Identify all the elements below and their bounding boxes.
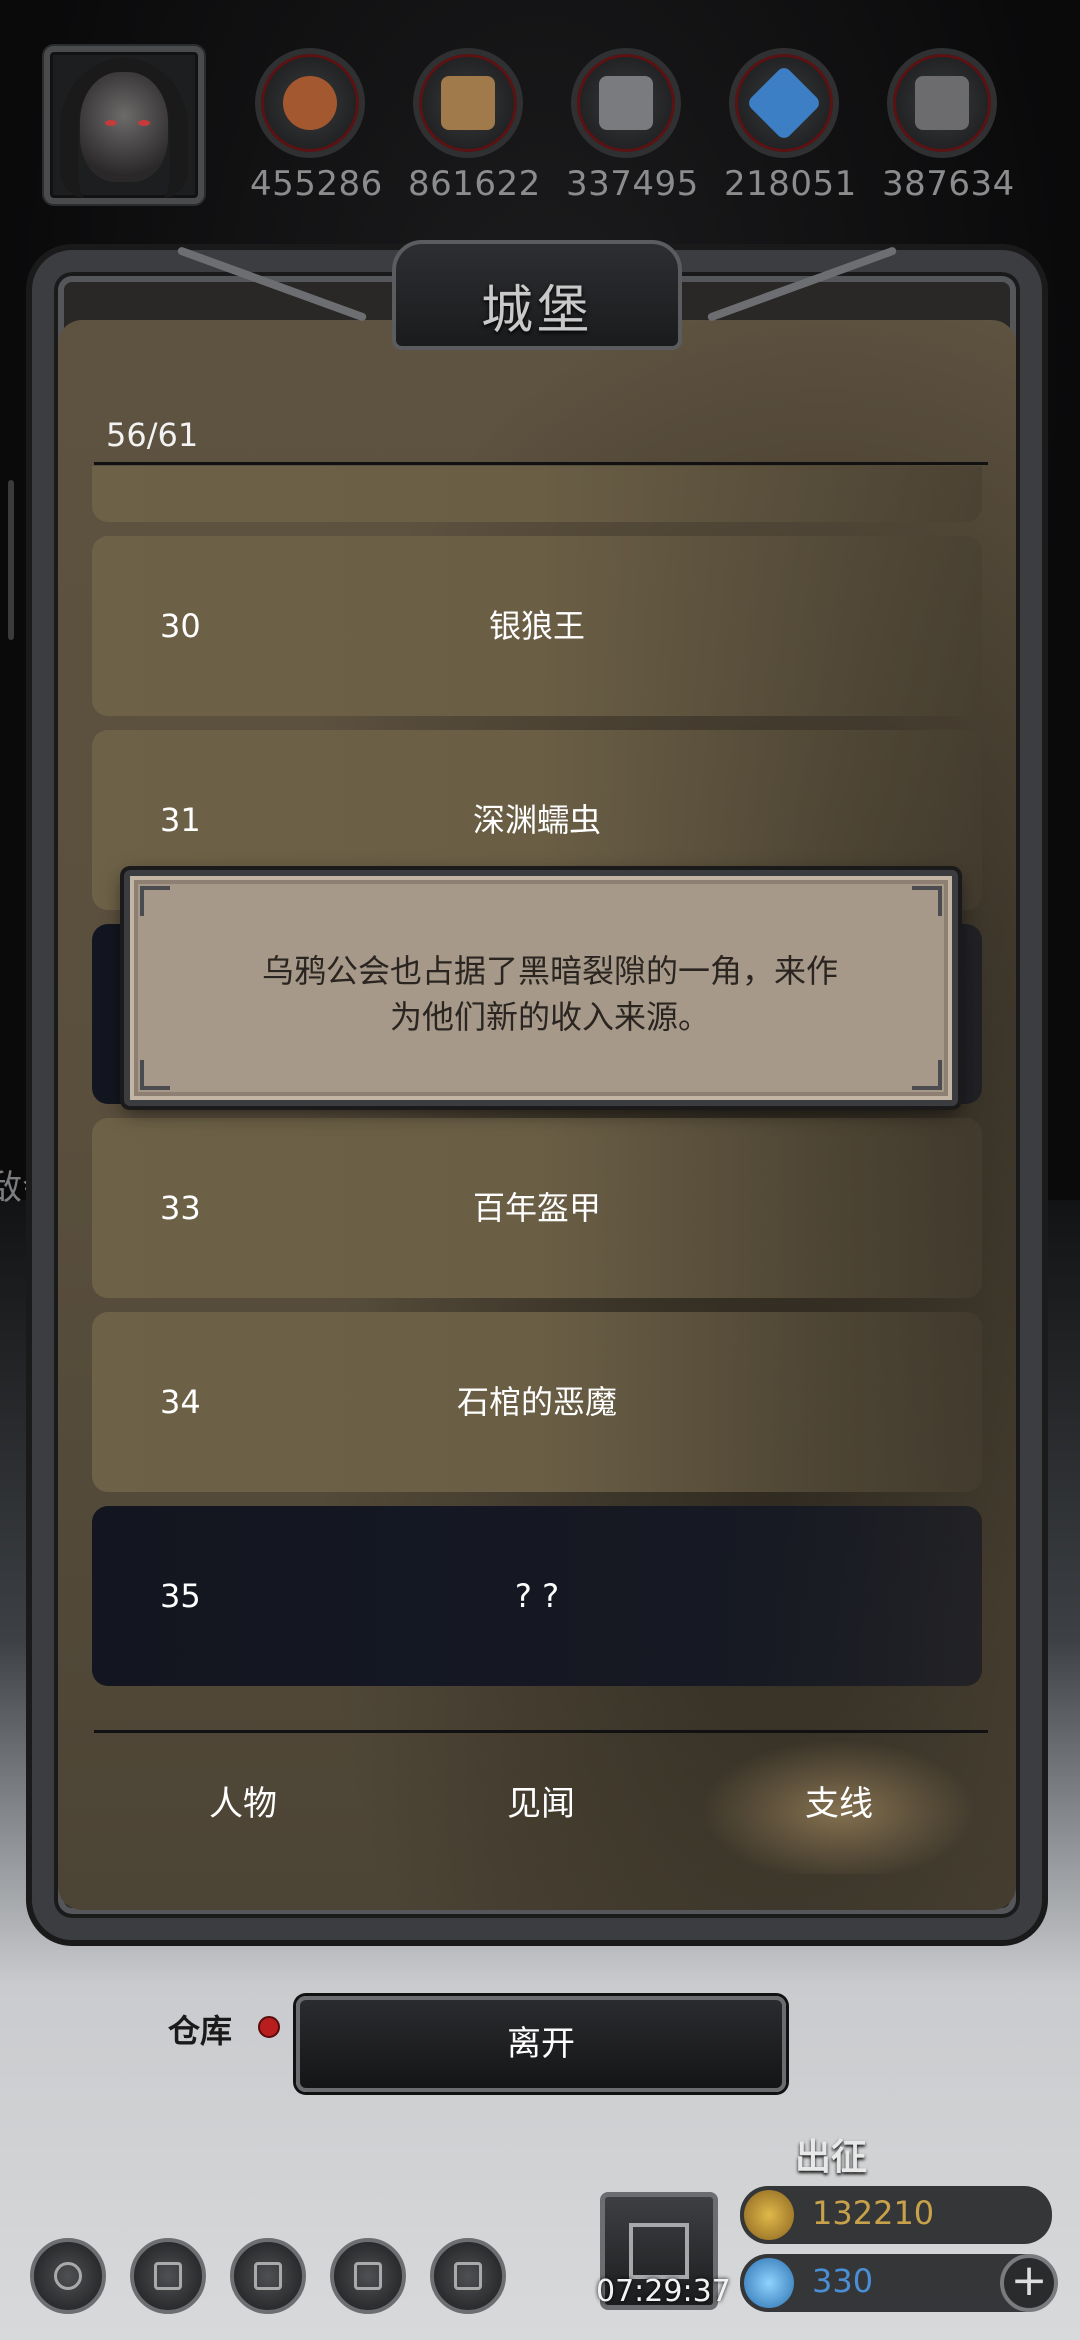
mail-button[interactable]	[330, 2238, 406, 2314]
entry-name	[92, 466, 982, 522]
player-avatar[interactable]	[44, 46, 204, 204]
list-item-locked[interactable]: 35 ? ?	[92, 1506, 982, 1686]
tab-side-quests[interactable]: 支线	[690, 1734, 988, 1874]
entry-name: ? ?	[514, 1577, 560, 1615]
resource-meat[interactable]: 455286	[250, 48, 383, 204]
list-item[interactable]	[92, 466, 982, 522]
list-item[interactable]: 34 石棺的恶魔	[92, 1312, 982, 1492]
castle-icon	[254, 2262, 282, 2290]
guild-button[interactable]	[230, 2238, 306, 2314]
gear-icon	[54, 2262, 82, 2290]
progress-counter: 56/61	[106, 416, 199, 454]
box-icon	[454, 2262, 482, 2290]
tooltip-corner-decoration	[140, 886, 170, 916]
ore-icon	[887, 48, 997, 158]
wood-icon	[413, 48, 523, 158]
crystal-icon	[729, 48, 839, 158]
achievement-button[interactable]	[130, 2238, 206, 2314]
inventory-button[interactable]	[430, 2238, 506, 2314]
add-gems-button[interactable]: +	[1000, 2254, 1058, 2312]
tooltip-line: 乌鸦公会也占据了黑暗裂隙的一角，来作	[261, 952, 838, 990]
resource-value: 337495	[566, 164, 699, 204]
meat-icon	[255, 48, 365, 158]
tooltip-corner-decoration	[140, 1060, 170, 1090]
divider	[94, 462, 988, 465]
gem-icon	[744, 2258, 794, 2308]
avatar-face	[80, 72, 168, 182]
tooltip-corner-decoration	[912, 1060, 942, 1090]
panel-title: 城堡	[480, 281, 593, 341]
entry-name: 百年盔甲	[472, 1189, 601, 1227]
entry-name: 银狼王	[488, 607, 585, 645]
settings-button[interactable]	[30, 2238, 106, 2314]
leave-button-label: 离开	[507, 2024, 575, 2064]
iron-icon	[571, 48, 681, 158]
left-scroll-indicator	[8, 480, 14, 640]
warehouse-label[interactable]: 仓库	[168, 2006, 232, 2052]
tooltip-line: 为他们新的收入来源。	[389, 998, 710, 1036]
resource-value: 861622	[408, 164, 541, 204]
gold-coin-icon	[744, 2190, 794, 2240]
leave-button[interactable]: 离开	[296, 1996, 786, 2092]
avatar-eye	[138, 120, 150, 126]
gift-icon	[629, 2223, 689, 2279]
list-item[interactable]: 33 百年盔甲	[92, 1118, 982, 1298]
tooltip-text: 乌鸦公会也占据了黑暗裂隙的一角，来作 为他们新的收入来源。	[210, 948, 890, 1040]
avatar-eye	[105, 120, 117, 126]
resource-iron[interactable]: 337495	[566, 48, 699, 204]
tooltip-corner-decoration	[912, 886, 942, 916]
list-item[interactable]: 30 银狼王	[92, 536, 982, 716]
resource-wood[interactable]: 861622	[408, 48, 541, 204]
tab-bar: 人物 见闻 支线	[94, 1734, 988, 1874]
expedition-label[interactable]: 出征	[795, 2128, 867, 2180]
tab-characters[interactable]: 人物	[94, 1734, 392, 1874]
resource-crystal[interactable]: 218051	[724, 48, 857, 204]
resource-value: 455286	[250, 164, 383, 204]
mail-icon	[354, 2262, 382, 2290]
entry-name: 石棺的恶魔	[456, 1383, 617, 1421]
notification-dot	[258, 2016, 280, 2038]
resource-value: 218051	[724, 164, 857, 204]
divider	[94, 1730, 988, 1733]
gem-value: 330	[812, 2262, 874, 2300]
resource-ore[interactable]: 387634	[882, 48, 1015, 204]
star-icon	[154, 2262, 182, 2290]
gold-bar: 132210	[740, 2186, 1052, 2244]
gold-value: 132210	[812, 2194, 935, 2232]
tab-stories[interactable]: 见闻	[392, 1734, 690, 1874]
lore-tooltip[interactable]: 乌鸦公会也占据了黑暗裂隙的一角，来作 为他们新的收入来源。	[124, 870, 958, 1106]
gift-timer: 07:29:37	[596, 2274, 731, 2309]
resource-value: 387634	[882, 164, 1015, 204]
